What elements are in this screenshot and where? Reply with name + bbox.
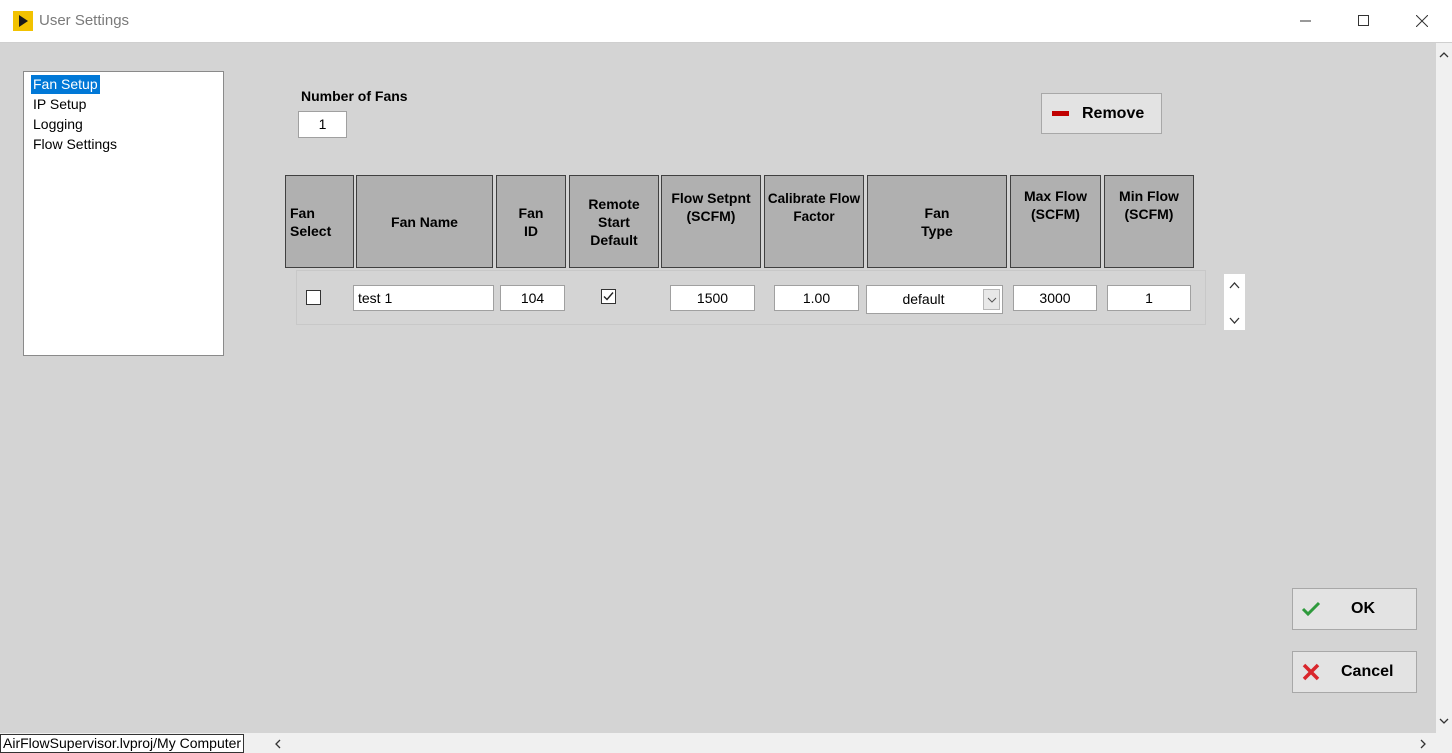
settings-panel: Fan Setup IP Setup Logging Flow Settings… — [0, 43, 1436, 733]
checkmark-icon — [1301, 601, 1321, 617]
calibrate-flow-factor-input[interactable]: 1.00 — [774, 285, 859, 311]
fan-type-value: default — [902, 291, 945, 307]
checkmark-icon — [603, 292, 614, 301]
scroll-left-icon[interactable] — [271, 737, 285, 751]
scroll-right-icon[interactable] — [1416, 737, 1430, 751]
ok-button-label: OK — [1351, 600, 1375, 617]
header-calibrate-flow-factor: Calibrate Flow Factor — [764, 175, 864, 268]
window-title: User Settings — [39, 12, 130, 29]
remote-start-default-checkbox[interactable] — [601, 289, 616, 304]
sidebar-item-fan-setup[interactable]: Fan Setup — [31, 75, 100, 94]
title-bar: User Settings — [0, 0, 1452, 43]
minus-icon — [1052, 111, 1069, 116]
min-flow-input[interactable]: 1 — [1107, 285, 1191, 311]
project-path: AirFlowSupervisor.lvproj/My Computer — [0, 734, 245, 753]
header-remote-start-default: Remote Start Default — [569, 175, 659, 268]
chevron-down-icon — [987, 297, 996, 303]
remove-button-label: Remove — [1082, 104, 1145, 122]
fan-type-dropdown[interactable]: default — [866, 285, 1003, 314]
close-button[interactable] — [1393, 0, 1451, 42]
settings-category-list[interactable]: Fan Setup IP Setup Logging Flow Settings — [23, 71, 224, 356]
maximize-icon — [1358, 15, 1369, 26]
cancel-button[interactable]: Cancel — [1292, 651, 1417, 693]
header-fan-select: Fan Select — [285, 175, 354, 268]
header-flow-setpoint: Flow Setpnt (SCFM) — [661, 175, 761, 268]
sidebar-item-ip-setup[interactable]: IP Setup — [31, 95, 88, 114]
scroll-up-icon[interactable] — [1436, 47, 1452, 63]
ok-button[interactable]: OK — [1292, 588, 1417, 630]
close-icon — [1416, 15, 1428, 27]
header-fan-name: Fan Name — [356, 175, 493, 268]
header-fan-id: Fan ID — [496, 175, 566, 268]
vertical-scrollbar[interactable] — [1436, 43, 1452, 733]
red-x-icon — [1302, 663, 1320, 681]
fan-id-input[interactable]: 104 — [500, 285, 565, 311]
cancel-button-label: Cancel — [1341, 663, 1394, 680]
flow-setpoint-input[interactable]: 1500 — [670, 285, 755, 311]
status-bar: AirFlowSupervisor.lvproj/My Computer — [0, 733, 1452, 753]
labview-app-icon — [13, 11, 33, 31]
minimize-icon — [1300, 20, 1311, 22]
dropdown-arrow-button[interactable] — [983, 289, 1000, 310]
header-fan-type: Fan Type — [867, 175, 1007, 268]
max-flow-input[interactable]: 3000 — [1013, 285, 1097, 311]
fan-name-input[interactable]: test 1 — [353, 285, 494, 311]
fan-select-checkbox[interactable] — [306, 290, 321, 305]
maximize-button[interactable] — [1335, 0, 1393, 42]
header-min-flow: Min Flow (SCFM) — [1104, 175, 1194, 268]
sidebar-item-flow-settings[interactable]: Flow Settings — [31, 135, 119, 154]
minimize-button[interactable] — [1277, 0, 1335, 42]
scroll-down-icon[interactable] — [1436, 713, 1452, 729]
remove-button[interactable]: Remove — [1041, 93, 1162, 134]
number-of-fans-input[interactable]: 1 — [298, 111, 347, 138]
array-index-scroller[interactable] — [1224, 274, 1245, 330]
number-of-fans-label: Number of Fans — [301, 88, 408, 104]
header-max-flow: Max Flow (SCFM) — [1010, 175, 1101, 268]
sidebar-item-logging[interactable]: Logging — [31, 115, 85, 134]
up-down-arrows-icon — [1229, 282, 1240, 324]
